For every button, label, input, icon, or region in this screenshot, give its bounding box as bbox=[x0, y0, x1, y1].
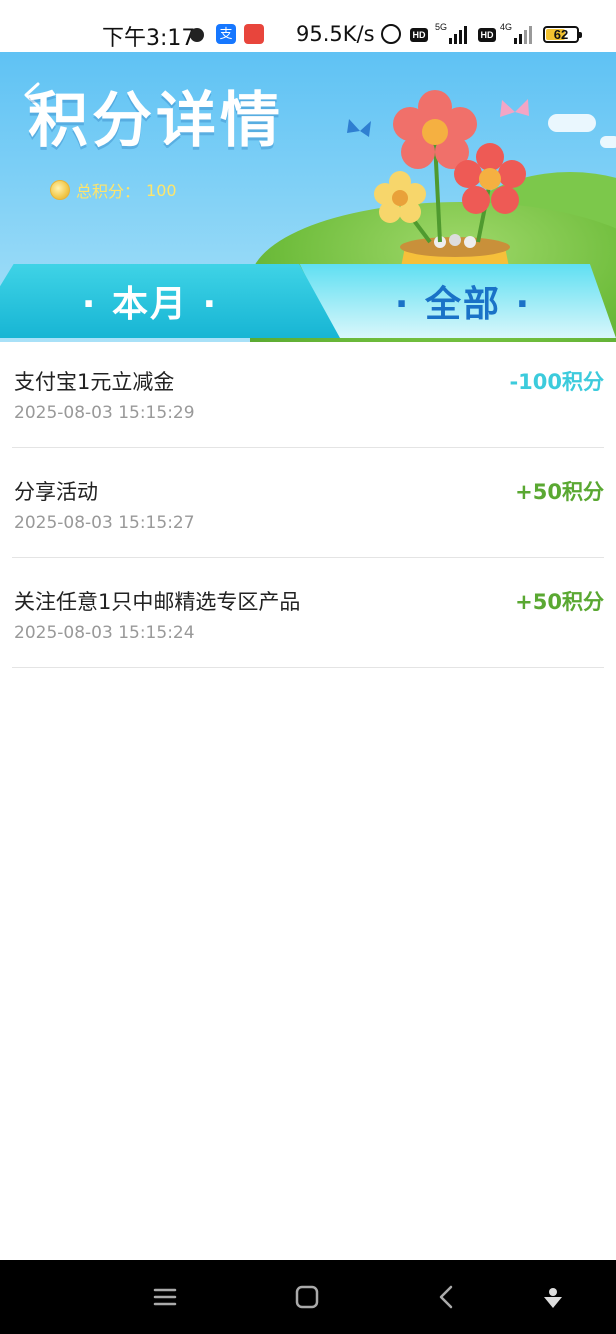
list-item: 关注任意1只中邮精选专区产品 2025-08-03 15:15:24 +50积分 bbox=[12, 558, 604, 668]
list-item: 分享活动 2025-08-03 15:15:27 +50积分 bbox=[12, 448, 604, 558]
battery-icon: 62 bbox=[543, 26, 582, 43]
record-points: -100积分 bbox=[509, 370, 604, 394]
record-time: 2025-08-03 15:15:29 bbox=[14, 403, 195, 423]
record-title: 支付宝1元立减金 bbox=[14, 370, 175, 394]
system-nav-bar bbox=[0, 1260, 616, 1334]
alarm-icon bbox=[381, 24, 401, 44]
record-title: 关注任意1只中邮精选专区产品 bbox=[14, 590, 301, 614]
signal-icon-2 bbox=[514, 24, 532, 44]
tab-this-month-label: · 本月 · bbox=[81, 284, 219, 325]
tab-all[interactable]: · 全部 · bbox=[299, 264, 616, 338]
app-notification-icon bbox=[244, 24, 264, 44]
butterfly-icon bbox=[347, 119, 371, 137]
points-record-list: 支付宝1元立减金 2025-08-03 15:15:29 -100积分 分享活动… bbox=[0, 338, 616, 668]
butterfly-pink-icon bbox=[500, 99, 529, 117]
hd-badge-2: HD bbox=[478, 28, 496, 42]
alipay-app-icon: 支 bbox=[216, 24, 236, 44]
record-points: +50积分 bbox=[515, 590, 604, 614]
assistant-icon[interactable] bbox=[540, 1284, 566, 1310]
page-title: 积分详情 bbox=[28, 86, 284, 156]
total-points: 总积分： 100 bbox=[50, 178, 177, 202]
record-title: 分享活动 bbox=[14, 480, 98, 504]
record-points: +50积分 bbox=[515, 480, 604, 504]
status-time: 下午3:17 bbox=[102, 26, 196, 51]
network-type-2: 4G bbox=[500, 22, 513, 32]
notification-dot-icon bbox=[190, 28, 204, 42]
period-tabs: · 全部 · · 本月 · bbox=[0, 264, 616, 338]
total-points-label: 总积分： bbox=[76, 182, 141, 201]
total-points-value: 100 bbox=[146, 180, 177, 200]
record-time: 2025-08-03 15:15:27 bbox=[14, 513, 195, 533]
tab-all-label: · 全部 · bbox=[394, 284, 532, 325]
coin-icon bbox=[50, 180, 70, 200]
record-time: 2025-08-03 15:15:24 bbox=[14, 623, 195, 643]
status-bar: 下午3:17 支 95.5K/s HD 5G HD 4G 62 bbox=[0, 0, 616, 52]
hd-badge-1: HD bbox=[410, 28, 428, 42]
back-icon[interactable] bbox=[434, 1284, 460, 1310]
tab-this-month[interactable]: · 本月 · bbox=[0, 264, 340, 338]
network-type-1: 5G bbox=[435, 22, 448, 32]
network-speed: 95.5K/s bbox=[296, 22, 375, 46]
home-icon[interactable] bbox=[294, 1284, 320, 1310]
menu-icon[interactable] bbox=[152, 1284, 178, 1310]
list-item: 支付宝1元立减金 2025-08-03 15:15:29 -100积分 bbox=[12, 338, 604, 448]
battery-level: 62 bbox=[553, 27, 569, 42]
signal-icon-1 bbox=[449, 24, 467, 44]
